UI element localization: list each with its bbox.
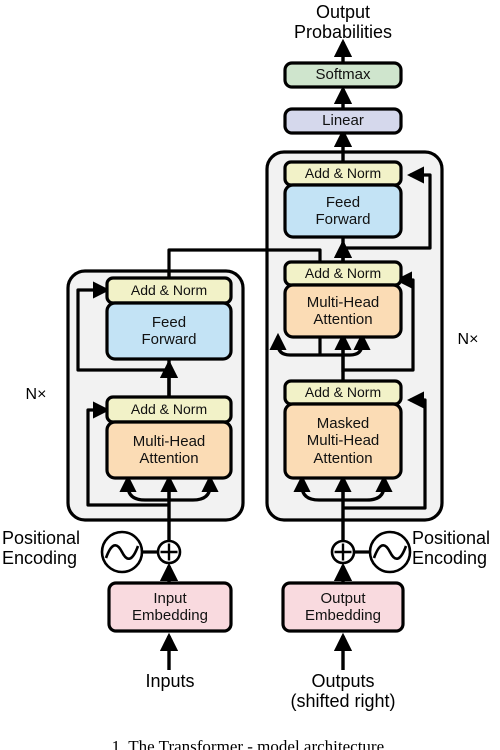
inputs-label: Inputs <box>145 671 195 691</box>
output-embedding-box[interactable] <box>281 581 405 633</box>
encoder-nx-label: N× <box>25 386 47 403</box>
pos-enc-left-line1: Positional <box>2 528 81 548</box>
pos-enc-right-line2: Encoding <box>412 548 488 569</box>
architecture-diagram-canvas <box>66 38 444 670</box>
encoder-add-norm-top-box[interactable] <box>105 276 233 305</box>
decoder-feed-forward-box[interactable] <box>283 183 403 239</box>
output-probabilities-line2: Probabilities <box>293 22 393 43</box>
figure-caption: 1. The Transformer - model architecture. <box>111 737 389 750</box>
outputs-label: Outputs (shifted right) <box>268 671 418 711</box>
pos-enc-right-line1: Positional <box>412 528 491 548</box>
positional-encoding-right-label: Positional Encoding <box>412 528 500 568</box>
decoder-add-norm-mid-box[interactable] <box>283 260 403 287</box>
outputs-line1: Outputs <box>311 671 375 691</box>
decoder-add-norm-bottom-box[interactable] <box>283 379 403 406</box>
decoder-add-norm-top-box[interactable] <box>283 160 403 187</box>
encoder-feed-forward-box[interactable] <box>105 301 233 361</box>
linear-box[interactable] <box>283 107 403 135</box>
output-probabilities-label: Output Probabilities <box>263 2 423 42</box>
pos-enc-left-line2: Encoding <box>2 548 78 569</box>
softmax-box[interactable] <box>283 61 403 89</box>
encoder-add-norm-bottom-box[interactable] <box>105 395 233 424</box>
decoder-masked-multi-head-attention-box[interactable] <box>283 402 403 480</box>
decoder-multi-head-attention-box[interactable] <box>283 283 403 339</box>
figure-transformer-architecture: Output Probabilities Softmax Linear Add … <box>0 0 500 750</box>
outputs-line2: (shifted right) <box>290 691 396 712</box>
encoder-multi-head-attention-box[interactable] <box>105 420 233 480</box>
decoder-nx-label: N× <box>457 331 479 348</box>
output-probabilities-line1: Output <box>315 2 371 22</box>
positional-encoding-left-label: Positional Encoding <box>2 528 98 568</box>
input-embedding-box[interactable] <box>107 581 233 633</box>
